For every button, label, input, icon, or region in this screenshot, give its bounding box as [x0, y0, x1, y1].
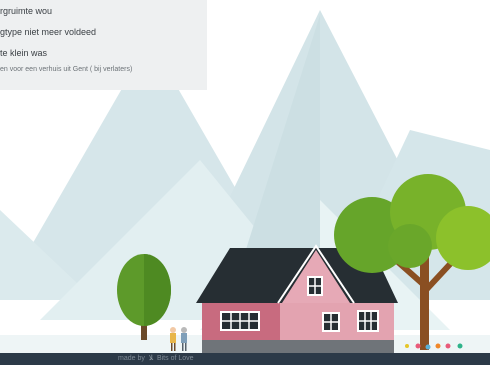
made-by-credit: made by ﻼ Bits of Love [118, 353, 194, 365]
made-by-text: made by [118, 355, 145, 362]
left-tree [117, 254, 171, 340]
options-note: en voor een verhuis uit Gent ( bij verla… [0, 66, 133, 73]
brand-link[interactable]: Bits of Love [157, 355, 194, 362]
option-too-small[interactable]: te klein was [0, 48, 47, 58]
options-panel: rgruimte wou gtype niet meer voldeed te … [0, 0, 207, 90]
option-more-space[interactable]: rgruimte wou [0, 6, 52, 16]
bits-of-love-logo-icon: ﻼ [148, 355, 153, 362]
option-housing-type-unsuitable[interactable]: gtype niet meer voldeed [0, 27, 96, 37]
footer: made by ﻼ Bits of Love [0, 353, 490, 365]
